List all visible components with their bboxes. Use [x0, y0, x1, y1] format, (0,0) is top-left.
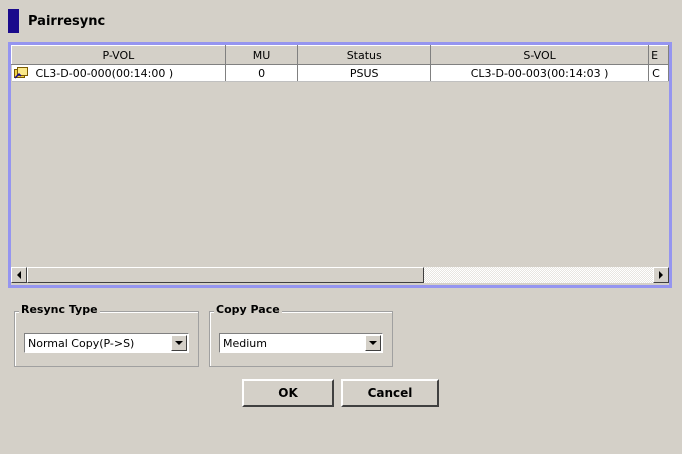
- cell-mu[interactable]: 0: [225, 64, 299, 82]
- cell-s-vol[interactable]: CL3-D-00-003(00:14:03 ): [430, 64, 650, 82]
- resync-type-value: Normal Copy(P->S): [28, 337, 135, 350]
- copy-pace-value: Medium: [223, 337, 267, 350]
- table-header-row: P-VOL MU Status S-VOL E: [11, 45, 669, 65]
- cell-status[interactable]: PSUS: [297, 64, 432, 82]
- cell-p-vol[interactable]: CL3-D-00-000(00:14:00 ): [11, 64, 226, 82]
- ok-button[interactable]: OK: [242, 379, 334, 407]
- copy-pace-label: Copy Pace: [214, 303, 282, 316]
- scroll-thumb[interactable]: [27, 267, 424, 283]
- p-vol-value: CL3-D-00-000(00:14:00 ): [35, 66, 174, 80]
- pair-volume-icon: [13, 66, 28, 79]
- copy-pace-group: Copy Pace Medium: [209, 303, 393, 367]
- column-header-mu[interactable]: MU: [224, 45, 299, 65]
- scroll-left-button[interactable]: [11, 267, 27, 283]
- column-header-s-vol[interactable]: S-VOL: [430, 45, 650, 65]
- resync-type-label: Resync Type: [19, 303, 100, 316]
- chevron-down-icon: [175, 341, 183, 345]
- resync-type-dropdown-button[interactable]: [171, 335, 187, 351]
- copy-pace-select[interactable]: Medium: [219, 333, 383, 353]
- dialog-title: Pairresync: [28, 13, 106, 29]
- title-marker: [8, 9, 19, 33]
- column-header-e[interactable]: E: [648, 45, 669, 65]
- resync-type-select[interactable]: Normal Copy(P->S): [24, 333, 189, 353]
- horizontal-scrollbar[interactable]: [11, 266, 669, 285]
- pair-table-frame: P-VOL MU Status S-VOL E CL3-D-00-000(00:…: [8, 42, 672, 288]
- table-row[interactable]: CL3-D-00-000(00:14:00 ) 0 PSUS CL3-D-00-…: [11, 64, 669, 82]
- chevron-down-icon: [369, 341, 377, 345]
- scroll-right-button[interactable]: [653, 267, 669, 283]
- scroll-track[interactable]: [424, 267, 653, 283]
- resync-type-group: Resync Type Normal Copy(P->S): [14, 303, 199, 367]
- column-header-p-vol[interactable]: P-VOL: [11, 45, 226, 65]
- arrow-right-icon: [659, 271, 663, 279]
- arrow-left-icon: [17, 271, 21, 279]
- pairresync-dialog: Pairresync P-VOL MU Status S-VOL E CL3-D…: [0, 0, 682, 454]
- column-header-status[interactable]: Status: [297, 45, 432, 65]
- cancel-button[interactable]: Cancel: [341, 379, 439, 407]
- copy-pace-dropdown-button[interactable]: [365, 335, 381, 351]
- dialog-header: Pairresync: [8, 8, 105, 34]
- cell-e[interactable]: C: [648, 64, 669, 82]
- pair-table: P-VOL MU Status S-VOL E CL3-D-00-000(00:…: [11, 45, 669, 82]
